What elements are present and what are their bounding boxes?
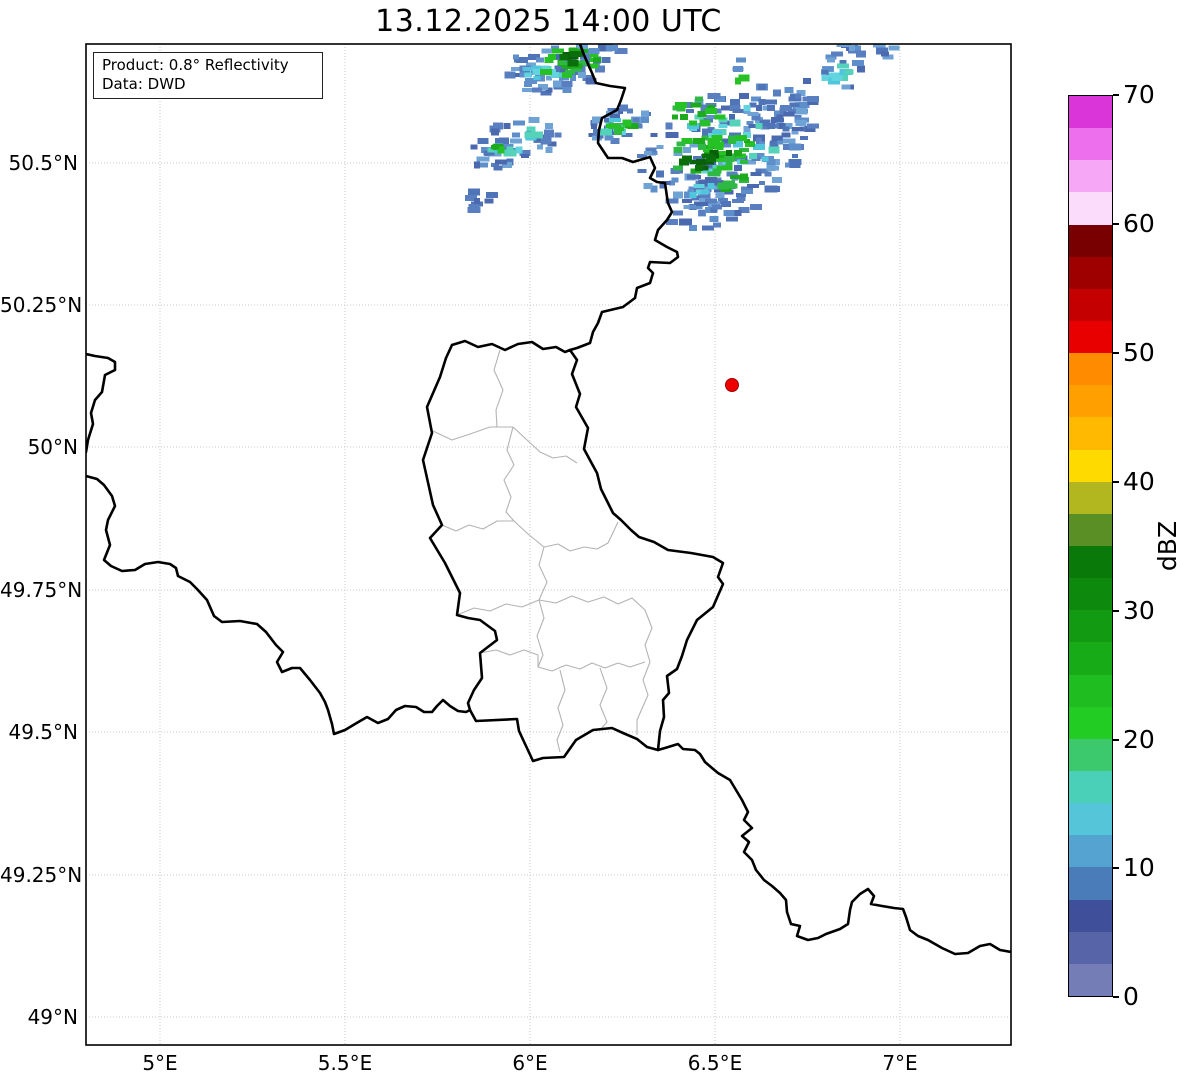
- region-border: [537, 661, 646, 672]
- region-border: [599, 667, 608, 731]
- country-border: [656, 742, 1011, 956]
- colorbar-segment: [1069, 353, 1112, 386]
- colorbar-tick-label: 60: [1123, 209, 1155, 238]
- colorbar-segment: [1069, 899, 1112, 932]
- colorbar-segment: [1069, 160, 1112, 193]
- radar-echo-cells: [465, 44, 900, 231]
- region-border: [503, 426, 515, 522]
- colorbar-segment: [1069, 320, 1112, 354]
- region-border: [456, 599, 540, 616]
- region-border: [479, 649, 539, 667]
- colorbar-tick-mark: [1113, 223, 1119, 225]
- region-border: [556, 669, 566, 753]
- colorbar-tick-mark: [1113, 867, 1119, 869]
- region-border: [493, 349, 504, 428]
- colorbar-tick-label: 0: [1123, 982, 1139, 1011]
- region-border: [441, 520, 514, 532]
- colorbar-segment: [1069, 513, 1112, 546]
- colorbar: [1068, 95, 1113, 997]
- colorbar-segment: [1069, 610, 1112, 643]
- colorbar-tick-label: 20: [1123, 725, 1155, 754]
- colorbar-axis-label: dBZ: [1153, 520, 1182, 572]
- colorbar-segment: [1069, 96, 1112, 129]
- x-tick-label: 7°E: [882, 1051, 918, 1075]
- y-tick-label: 49°N: [27, 1005, 78, 1029]
- y-tick-label: 49.25°N: [0, 863, 83, 887]
- colorbar-segment: [1069, 642, 1112, 675]
- country-border: [568, 44, 680, 352]
- x-tick-label: 6°E: [512, 1051, 548, 1075]
- y-tick-label: 49.5°N: [8, 720, 79, 744]
- plot-area: [86, 44, 1011, 1045]
- colorbar-segment: [1069, 417, 1112, 450]
- radar-map-canvas: [85, 43, 1012, 1046]
- colorbar-segment: [1069, 803, 1112, 836]
- y-tick-label: 50.5°N: [8, 151, 79, 175]
- country-border: [86, 352, 117, 454]
- x-tick-label: 5.5°E: [317, 1051, 373, 1075]
- colorbar-tick-label: 30: [1123, 596, 1155, 625]
- colorbar-segment: [1069, 835, 1112, 868]
- colorbar-segment: [1069, 545, 1112, 579]
- colorbar-tick-label: 70: [1123, 80, 1155, 109]
- y-tick-label: 50.25°N: [0, 293, 83, 317]
- colorbar-tick-mark: [1113, 996, 1119, 998]
- colorbar-segment: [1069, 192, 1112, 225]
- colorbar-segment: [1069, 706, 1112, 739]
- region-border: [536, 546, 548, 668]
- colorbar-segment: [1069, 770, 1112, 804]
- colorbar-segment: [1069, 128, 1112, 161]
- colorbar-segment: [1069, 931, 1112, 964]
- colorbar-tick-label: 40: [1123, 467, 1155, 496]
- colorbar-segment: [1069, 224, 1112, 257]
- y-tick-label: 49.75°N: [0, 578, 83, 602]
- y-tick-label: 50°N: [27, 435, 78, 459]
- radar-site-marker: [725, 378, 739, 392]
- colorbar-tick-mark: [1113, 481, 1119, 483]
- colorbar-segment: [1069, 481, 1112, 514]
- region-border: [432, 426, 578, 464]
- colorbar-segment: [1069, 578, 1112, 611]
- country-border: [421, 339, 725, 763]
- colorbar-segment: [1069, 449, 1112, 482]
- colorbar-tick-mark: [1113, 94, 1119, 96]
- colorbar-segment: [1069, 256, 1112, 289]
- product-annotation-box: Product: 0.8° Reflectivity Data: DWD: [93, 52, 323, 99]
- colorbar-tick-mark: [1113, 739, 1119, 741]
- x-tick-label: 6.5°E: [687, 1051, 743, 1075]
- colorbar-segment: [1069, 963, 1112, 996]
- colorbar-tick-label: 10: [1123, 853, 1155, 882]
- colorbar-segment: [1069, 288, 1112, 321]
- colorbar-segment: [1069, 674, 1112, 707]
- colorbar-segment: [1069, 867, 1112, 900]
- data-source-label: Data: DWD: [102, 75, 186, 93]
- colorbar-tick-mark: [1113, 352, 1119, 354]
- x-tick-label: 5°E: [142, 1051, 178, 1075]
- country-border: [86, 474, 472, 736]
- colorbar-segment: [1069, 738, 1112, 771]
- weather-radar-figure: 13.12.2025 14:00 UTC Product: 0.8° Refle…: [0, 0, 1202, 1081]
- colorbar-segment: [1069, 385, 1112, 418]
- colorbar-tick-label: 50: [1123, 338, 1155, 367]
- region-border: [513, 520, 619, 552]
- colorbar-tick-mark: [1113, 610, 1119, 612]
- product-label: Product: 0.8° Reflectivity: [102, 56, 289, 74]
